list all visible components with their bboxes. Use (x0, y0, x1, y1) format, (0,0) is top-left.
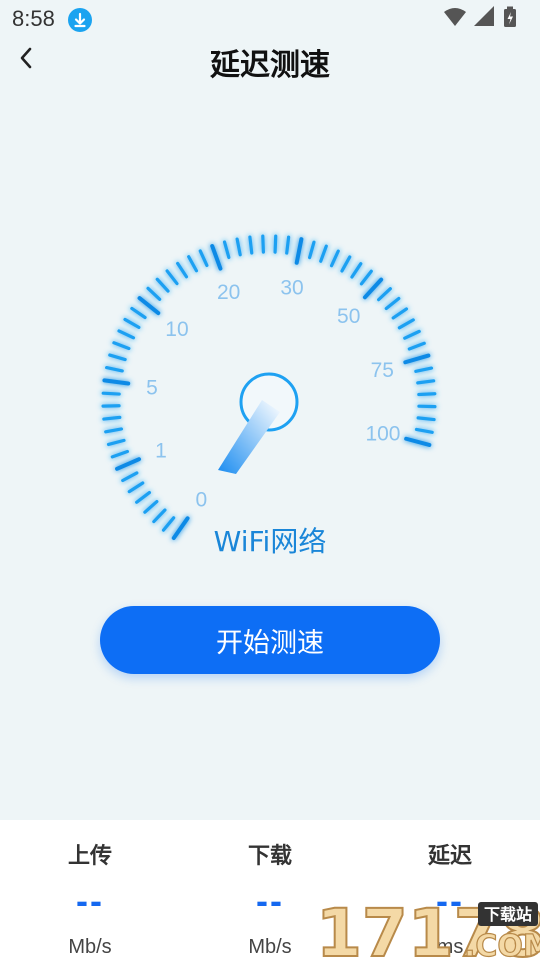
gauge-scale-label: 30 (280, 276, 303, 299)
stat-label: 上传 (67, 844, 112, 869)
gauge-tick (121, 471, 139, 483)
gauge-tick (198, 249, 209, 268)
gauge-tick (273, 234, 278, 254)
gauge-tick (117, 329, 136, 340)
gauge-tick (414, 366, 434, 373)
gauge-scale-label: 10 (165, 318, 188, 341)
start-test-button[interactable]: 开始测速 (100, 606, 440, 674)
gauge-tick (143, 500, 159, 514)
gauge-tick (187, 255, 199, 273)
gauge-major-tick (294, 237, 304, 265)
gauge-tick (176, 261, 189, 279)
gauge-tick (391, 307, 409, 320)
gauge-major-tick (102, 378, 131, 386)
gauge-needle (218, 372, 299, 474)
page-title: 延迟测速 (210, 48, 330, 83)
stat-upload: 上传 -- Mb/s (0, 820, 180, 960)
stat-unit: Mb/s (68, 936, 112, 958)
gauge-tick (417, 392, 437, 397)
speed-gauge: 0 1 5 10 20 30 50 75 100 (101, 234, 437, 540)
gauge-tick (403, 329, 421, 340)
gauge-tick (308, 240, 316, 260)
gauge-tick (108, 353, 127, 362)
gauge-major-tick (403, 353, 431, 365)
gauge-tick (112, 341, 131, 351)
status-time: 8:58 (12, 6, 55, 31)
gauge-tick (350, 262, 363, 279)
gauge-tick (222, 240, 231, 260)
gauge-tick (397, 318, 415, 330)
gauge-scale-label: 20 (217, 281, 240, 304)
gauge-scale-label: 75 (371, 359, 394, 382)
gauge-tick (101, 391, 121, 396)
network-type-label: WiFi网络 (213, 525, 327, 558)
gauge-tick (319, 244, 328, 263)
gauge-scale-label: 100 (365, 423, 400, 446)
gauge-scale-label: 0 (195, 489, 207, 512)
stat-label: 下载 (247, 844, 292, 869)
watermark-tag: 下载站 (484, 905, 532, 924)
gauge-tick (261, 234, 265, 254)
download-icon (68, 8, 92, 32)
gauge-tick (416, 379, 436, 385)
gauge-tick (248, 235, 254, 255)
gauge-tick (123, 317, 141, 330)
gauge-scale-label: 50 (337, 305, 360, 328)
gauge-tick (130, 306, 147, 320)
gauge-tick (135, 490, 152, 504)
gauge-tick (105, 365, 124, 373)
signal-icon (474, 6, 494, 26)
gauge-tick (110, 449, 130, 459)
gauge-tick (127, 481, 145, 494)
status-icons (440, 6, 530, 30)
gauge-major-tick (115, 457, 142, 471)
gauge-tick (155, 277, 170, 293)
stat-value: -- (76, 880, 104, 921)
gauge-tick (416, 416, 436, 422)
gauge-scale-label: 5 (146, 377, 158, 400)
stat-label: 延迟 (427, 844, 472, 869)
gauge-tick (377, 287, 392, 302)
gauge-tick (146, 286, 162, 301)
gauge-tick (106, 438, 126, 447)
watermark-domain: .COM (464, 929, 540, 960)
gauge-tick (407, 341, 426, 351)
gauge-major-tick (404, 436, 432, 447)
app-bar: 延迟测速 (0, 38, 540, 83)
gauge-tick (285, 235, 291, 255)
status-bar: 8:58 (0, 0, 540, 38)
wifi-icon (444, 8, 466, 26)
gauge-tick (414, 427, 434, 434)
watermark-logo: 17178 下载站 .COM (315, 896, 540, 960)
gauge-tick (329, 249, 340, 268)
gauge-major-tick (362, 277, 384, 300)
gauge-tick (359, 269, 373, 286)
gauge-tick (340, 255, 352, 273)
gauge-tick (235, 237, 242, 257)
battery-charging-icon (504, 6, 516, 27)
gauge-major-tick (210, 244, 223, 271)
gauge-tick (384, 296, 401, 311)
gauge-major-tick (137, 296, 161, 316)
gauge-tick (165, 269, 179, 286)
gauge-tick (102, 415, 122, 421)
gauge-tick (104, 427, 124, 434)
gauge-scale-label: 1 (155, 440, 167, 463)
